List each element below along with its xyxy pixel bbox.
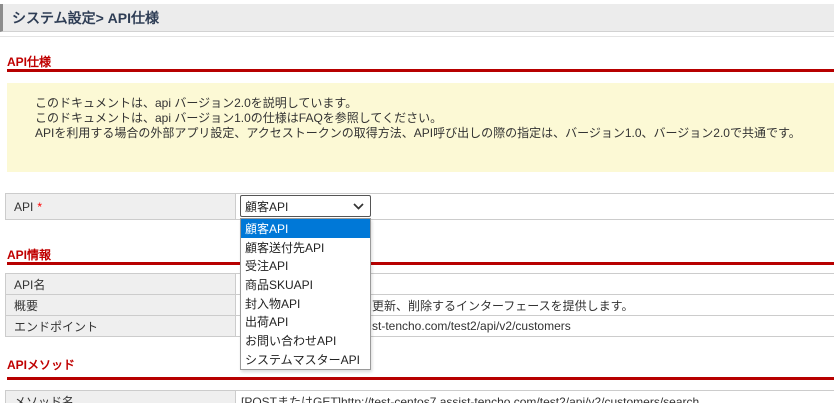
dropdown-option[interactable]: システムマスターAPI: [241, 350, 370, 369]
api-select-dropdown: 顧客API 顧客送付先API 受注API 商品SKUAPI 封入物API 出荷A…: [240, 218, 371, 370]
row-label: 概要: [6, 295, 236, 315]
section-underline-api-methods: [7, 377, 834, 380]
dropdown-option[interactable]: 顧客API: [241, 219, 370, 238]
section-title-api-methods: APIメソッド: [7, 358, 76, 372]
section-title-api-info: API情報: [7, 248, 52, 262]
dropdown-option[interactable]: 出荷API: [241, 312, 370, 331]
page: システム設定> API仕様 API仕様 このドキュメントは、api バージョン2…: [0, 0, 834, 403]
api-row-label: API *: [6, 194, 236, 219]
table-row-api: API *: [6, 194, 834, 220]
dropdown-option[interactable]: 商品SKUAPI: [241, 275, 370, 294]
required-asterisk: *: [37, 199, 43, 214]
api-select-table: API *: [5, 193, 834, 220]
table-row: エンドポイント st-tencho.com/test2/api/v2/custo…: [6, 316, 834, 337]
page-title: システム設定> API仕様: [12, 9, 159, 26]
row-label: API名: [6, 274, 236, 294]
select-chevron-icon: [353, 202, 364, 210]
row-value: [POSTまたはGET]http://test-centos7.assist-t…: [236, 391, 834, 403]
header-separator: [0, 36, 834, 37]
notice-box: このドキュメントは、api バージョン2.0を説明しています。 このドキュメント…: [7, 83, 834, 172]
section-underline-api-spec: [7, 69, 834, 72]
dropdown-option[interactable]: 受注API: [241, 256, 370, 275]
notice-line: このドキュメントは、api バージョン1.0の仕様はFAQを参照してください。: [35, 111, 443, 125]
api-label: API: [14, 199, 34, 214]
api-info-table: API名 概要 更新、削除するインターフェースを提供します。 エンドポイント s…: [5, 273, 834, 337]
row-label: エンドポイント: [6, 316, 236, 336]
table-row: 概要 更新、削除するインターフェースを提供します。: [6, 295, 834, 316]
row-label: メソッド名: [6, 391, 236, 403]
section-title-api-spec: API仕様: [7, 55, 52, 69]
notice-line: APIを利用する場合の外部アプリ設定、アクセストークンの取得方法、API呼び出し…: [35, 126, 801, 140]
section-underline-api-info: [7, 262, 834, 265]
table-row: メソッド名 [POSTまたはGET]http://test-centos7.as…: [6, 391, 834, 403]
dropdown-option[interactable]: お問い合わせAPI: [241, 331, 370, 350]
api-select-value: 顧客API: [245, 199, 289, 214]
api-select[interactable]: 顧客API: [240, 195, 371, 217]
table-row: API名: [6, 274, 834, 295]
page-header: システム設定> API仕様: [0, 4, 834, 32]
dropdown-option[interactable]: 顧客送付先API: [241, 238, 370, 257]
api-method-table: メソッド名 [POSTまたはGET]http://test-centos7.as…: [5, 390, 834, 403]
notice-line: このドキュメントは、api バージョン2.0を説明しています。: [35, 96, 358, 110]
dropdown-option[interactable]: 封入物API: [241, 294, 370, 313]
